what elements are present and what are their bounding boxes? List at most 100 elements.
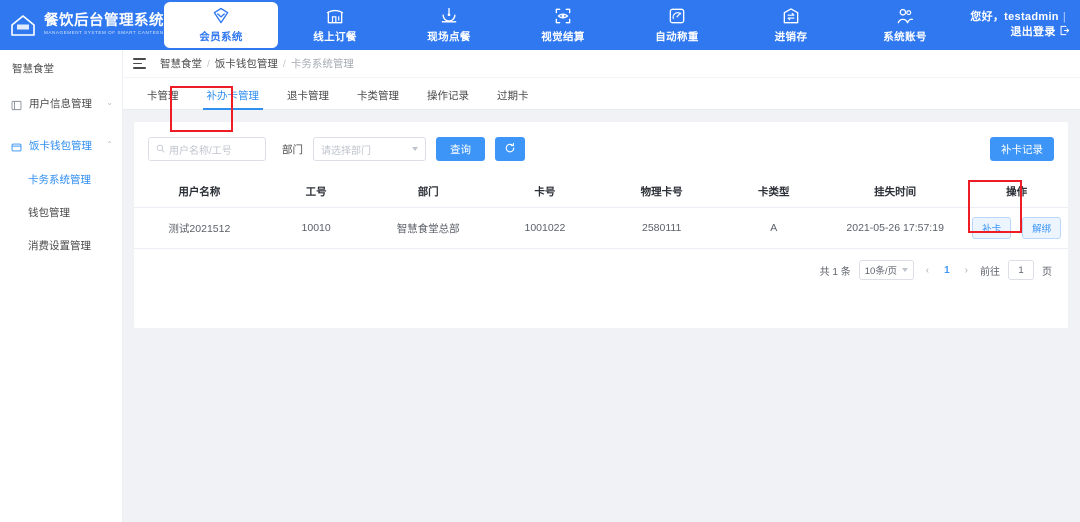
data-table: 用户名称 工号 部门 卡号 物理卡号 卡类型 挂失时间 操作 测试2021512…: [134, 176, 1068, 249]
users-icon: [895, 6, 915, 26]
page-size-select[interactable]: 10条/页: [859, 260, 914, 280]
col-department: 部门: [367, 176, 488, 208]
refresh-button[interactable]: [495, 137, 525, 161]
department-placeholder: 请选择部门: [321, 142, 371, 157]
nav-item-system-account[interactable]: 系统账号: [848, 0, 962, 50]
app-title: 餐饮后台管理系统: [44, 13, 164, 29]
order-icon: [439, 6, 459, 26]
search-input[interactable]: 用户名称/工号: [148, 137, 266, 161]
logout-icon[interactable]: [1059, 26, 1070, 38]
department-select[interactable]: 请选择部门: [313, 137, 426, 161]
cell-department: 智慧食堂总部: [367, 208, 488, 249]
sidebar-item-wallet[interactable]: 钱包管理: [0, 198, 122, 226]
cell-user-name: 测试2021512: [134, 208, 265, 249]
cell-physical-card-no: 2580111: [601, 208, 722, 249]
cell-operations: 补卡 解绑: [965, 208, 1068, 249]
nav-label: 自动称重: [655, 29, 699, 44]
tab-card-type-management[interactable]: 卡类管理: [343, 90, 413, 109]
nav-item-auto-weighing[interactable]: 自动称重: [620, 0, 734, 50]
card-wallet-icon: [11, 140, 22, 151]
total-count: 共 1 条: [820, 263, 851, 278]
cell-lost-time: 2021-05-26 17:57:19: [825, 208, 965, 249]
user-separator: |: [1063, 11, 1066, 23]
refresh-icon: [504, 142, 516, 157]
search-placeholder: 用户名称/工号: [169, 142, 232, 157]
table-body: 测试2021512 10010 智慧食堂总部 1001022 2580111 A…: [134, 208, 1068, 249]
goto-page-input[interactable]: 1: [1008, 260, 1034, 280]
main-content: 智慧食堂 / 饭卡钱包管理 / 卡务系统管理 卡管理 补办卡管理 退卡管理 卡类…: [123, 50, 1080, 522]
tab-operation-log[interactable]: 操作记录: [413, 90, 483, 109]
top-navigation-bar: 餐饮后台管理系统 MANAGEMENT SYSTEM OF SMART CANT…: [0, 0, 1080, 50]
unbind-button[interactable]: 解绑: [1022, 217, 1061, 239]
sidebar-group-label: 用户信息管理: [29, 96, 99, 111]
app-logo: 餐饮后台管理系统 MANAGEMENT SYSTEM OF SMART CANT…: [0, 0, 164, 50]
tab-expired-card[interactable]: 过期卡: [483, 90, 543, 109]
goto-label: 前往: [980, 263, 1000, 278]
nav-label: 线上订餐: [313, 29, 357, 44]
greeting-text: 您好，testadmin: [970, 11, 1059, 23]
content-card: 用户名称/工号 部门 请选择部门 查询 补卡记录: [134, 122, 1068, 328]
sidebar-item-consumption-settings[interactable]: 消费设置管理: [0, 231, 122, 259]
col-lost-time: 挂失时间: [825, 176, 965, 208]
filter-toolbar: 用户名称/工号 部门 请选择部门 查询 补卡记录: [134, 122, 1068, 176]
diamond-icon: [211, 6, 231, 26]
prev-page-button[interactable]: ‹: [922, 265, 933, 276]
sidebar-title: 智慧食堂: [0, 50, 122, 76]
chevron-down-icon: ⌄: [106, 99, 113, 107]
nav-item-onsite-ordering[interactable]: 现场点餐: [392, 0, 506, 50]
reissue-card-button[interactable]: 补卡: [972, 217, 1011, 239]
col-user-name: 用户名称: [134, 176, 265, 208]
tab-card-management[interactable]: 卡管理: [133, 90, 193, 109]
page-number-1[interactable]: 1: [941, 265, 953, 276]
tab-bar: 卡管理 补办卡管理 退卡管理 卡类管理 操作记录 过期卡: [123, 78, 1080, 110]
col-employee-no: 工号: [265, 176, 368, 208]
col-physical-card-no: 物理卡号: [601, 176, 722, 208]
sidebar: 智慧食堂 用户信息管理 ⌄ 饭卡钱包管理 ⌃ 卡务系统管理 钱包管理 消费设置管…: [0, 50, 123, 522]
cell-card-no: 1001022: [489, 208, 601, 249]
breadcrumb-separator: /: [207, 58, 210, 70]
reissue-record-button[interactable]: 补卡记录: [990, 137, 1054, 161]
next-page-button[interactable]: ›: [961, 265, 972, 276]
inventory-icon: [781, 6, 801, 26]
cell-card-type: A: [722, 208, 825, 249]
logout-button[interactable]: 退出登录: [1010, 26, 1055, 38]
tab-reissue-card-management[interactable]: 补办卡管理: [193, 90, 274, 109]
breadcrumb-item-1[interactable]: 饭卡钱包管理: [215, 56, 278, 71]
breadcrumb-item-0[interactable]: 智慧食堂: [160, 56, 202, 71]
house-logo-icon: [8, 12, 38, 38]
scale-icon: [667, 6, 687, 26]
breadcrumb-separator: /: [283, 58, 286, 70]
cell-employee-no: 10010: [265, 208, 368, 249]
sidebar-group-user-info[interactable]: 用户信息管理 ⌄: [0, 88, 122, 118]
breadcrumb: 智慧食堂 / 饭卡钱包管理 / 卡务系统管理: [160, 56, 354, 71]
sidebar-item-card-system[interactable]: 卡务系统管理: [0, 165, 122, 193]
col-card-no: 卡号: [489, 176, 601, 208]
nav-item-visual-settlement[interactable]: 视觉结算: [506, 0, 620, 50]
app-subtitle: MANAGEMENT SYSTEM OF SMART CANTEEN: [44, 29, 164, 37]
search-icon: [156, 140, 165, 158]
page-unit-label: 页: [1042, 263, 1052, 278]
chevron-down-icon: [412, 147, 418, 151]
col-card-type: 卡类型: [722, 176, 825, 208]
scan-eye-icon: [553, 6, 573, 26]
sidebar-group-card-wallet[interactable]: 饭卡钱包管理 ⌃: [0, 130, 122, 160]
chevron-up-icon: ⌃: [106, 141, 113, 149]
nav-item-member-system[interactable]: 会员系统: [164, 2, 278, 48]
hamburger-icon[interactable]: [133, 58, 146, 69]
user-info-icon: [11, 98, 22, 109]
nav-item-online-ordering[interactable]: 线上订餐: [278, 0, 392, 50]
page-size-value: 10条/页: [865, 263, 897, 277]
user-area: 您好，testadmin | 退出登录: [962, 0, 1080, 50]
col-operations: 操作: [965, 176, 1068, 208]
sidebar-group-label: 饭卡钱包管理: [29, 138, 99, 153]
table-header-row: 用户名称 工号 部门 卡号 物理卡号 卡类型 挂失时间 操作: [134, 176, 1068, 208]
main-nav: 会员系统 线上订餐 现场点餐 视觉结算: [164, 0, 962, 50]
nav-item-inventory[interactable]: 进销存: [734, 0, 848, 50]
department-label: 部门: [282, 142, 303, 157]
tab-return-card-management[interactable]: 退卡管理: [273, 90, 343, 109]
nav-label: 现场点餐: [427, 29, 471, 44]
query-button[interactable]: 查询: [436, 137, 485, 161]
table-row: 测试2021512 10010 智慧食堂总部 1001022 2580111 A…: [134, 208, 1068, 249]
pagination: 共 1 条 10条/页 ‹ 1 › 前往 1 页: [134, 249, 1068, 280]
nav-label: 会员系统: [199, 29, 243, 44]
